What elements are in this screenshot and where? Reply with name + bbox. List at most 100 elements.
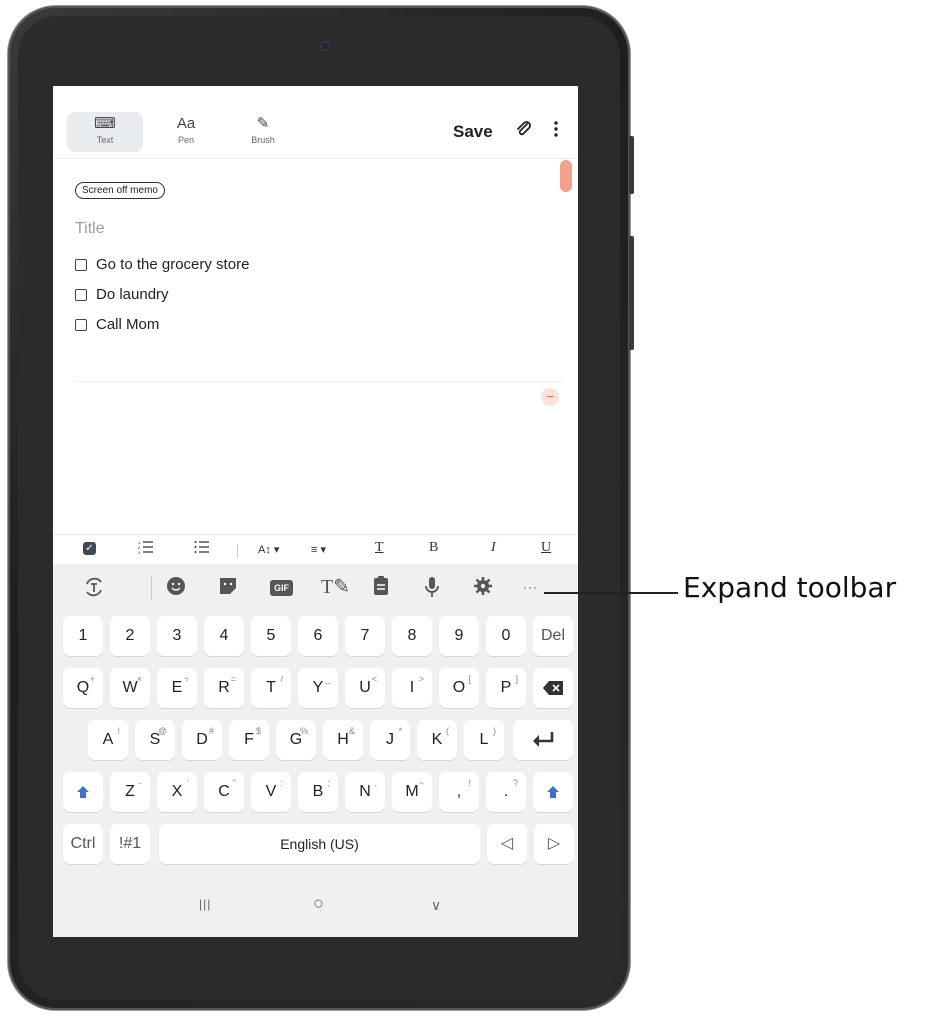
clipboard-icon[interactable] bbox=[373, 576, 389, 601]
save-button[interactable]: Save bbox=[453, 122, 493, 142]
key-m[interactable]: M ~ bbox=[392, 772, 432, 812]
checklist-item[interactable]: Go to the grocery store bbox=[75, 256, 249, 273]
key-r[interactable]: R = bbox=[204, 668, 244, 708]
title-field[interactable]: Title bbox=[75, 220, 105, 238]
key-symbol: ~ bbox=[418, 778, 424, 788]
italic-icon[interactable]: I bbox=[491, 540, 496, 556]
remove-section-button[interactable]: − bbox=[541, 388, 559, 406]
key-s[interactable]: S @ bbox=[135, 720, 175, 760]
key-comma[interactable]: ,! bbox=[439, 772, 479, 812]
number-key-8[interactable]: 8 bbox=[392, 616, 432, 656]
number-key-3[interactable]: 3 bbox=[157, 616, 197, 656]
mode-tab-text[interactable]: ⌨ Text bbox=[67, 112, 143, 152]
key-symbol: ) bbox=[493, 726, 496, 736]
key-c[interactable]: C " bbox=[204, 772, 244, 812]
checkbox-icon[interactable] bbox=[75, 288, 87, 301]
key-symbol: > bbox=[418, 674, 424, 684]
key-e[interactable]: E ÷ bbox=[157, 668, 197, 708]
align-icon[interactable]: ≡ ▾ bbox=[311, 543, 326, 556]
key-symbol: ( bbox=[446, 726, 449, 736]
mic-icon[interactable] bbox=[425, 576, 439, 603]
space-key[interactable]: English (US) bbox=[159, 824, 480, 864]
key-j[interactable]: J * bbox=[370, 720, 410, 760]
expand-toolbar-icon[interactable]: ··· bbox=[523, 580, 538, 594]
key-z[interactable]: Z- bbox=[110, 772, 150, 812]
recents-button[interactable]: ||| bbox=[199, 897, 211, 911]
key-v[interactable]: V: bbox=[251, 772, 291, 812]
mode-tab-pen[interactable]: Aa Pen bbox=[148, 112, 224, 152]
checklist-item[interactable]: Call Mom bbox=[75, 316, 159, 333]
key-symbol: $ bbox=[255, 726, 261, 736]
scroll-handle[interactable] bbox=[560, 160, 572, 192]
key-n[interactable]: N, bbox=[345, 772, 385, 812]
shift-icon bbox=[77, 786, 89, 798]
mode-tab-label: Text bbox=[96, 135, 114, 145]
settings-icon[interactable] bbox=[473, 576, 493, 601]
key-label: N bbox=[359, 783, 371, 800]
key-w[interactable]: W × bbox=[110, 668, 150, 708]
key-p[interactable]: P] bbox=[486, 668, 526, 708]
number-key-6[interactable]: 6 bbox=[298, 616, 338, 656]
underline-icon[interactable]: U bbox=[541, 540, 551, 556]
shift-key[interactable] bbox=[533, 772, 573, 812]
sticker-icon[interactable] bbox=[218, 576, 238, 601]
translate-icon[interactable] bbox=[83, 576, 105, 603]
cursor-right-key[interactable]: ▷ bbox=[534, 824, 574, 864]
key-f[interactable]: F $ bbox=[229, 720, 269, 760]
key-b[interactable]: B; bbox=[298, 772, 338, 812]
number-key-5[interactable]: 5 bbox=[251, 616, 291, 656]
backspace-key[interactable] bbox=[533, 668, 573, 708]
delete-key[interactable]: Del bbox=[533, 616, 573, 656]
text-color-icon[interactable]: T bbox=[375, 540, 384, 556]
ctrl-key[interactable]: Ctrl bbox=[63, 824, 103, 864]
cursor-left-key[interactable]: ◁ bbox=[487, 824, 527, 864]
key-symbol: , bbox=[374, 778, 377, 788]
key-a[interactable]: A! bbox=[88, 720, 128, 760]
key-h[interactable]: H & bbox=[323, 720, 363, 760]
more-vertical-icon[interactable] bbox=[553, 120, 559, 143]
key-o[interactable]: O[ bbox=[439, 668, 479, 708]
number-key-9[interactable]: 9 bbox=[439, 616, 479, 656]
handwriting-icon[interactable]: T✎ bbox=[321, 574, 350, 599]
key-l[interactable]: L) bbox=[464, 720, 504, 760]
number-key-1[interactable]: 1 bbox=[63, 616, 103, 656]
bold-icon[interactable]: B bbox=[429, 540, 438, 556]
key-k[interactable]: K( bbox=[417, 720, 457, 760]
symbols-key[interactable]: !#1 bbox=[110, 824, 150, 864]
shift-key[interactable] bbox=[63, 772, 103, 812]
home-button[interactable]: ○ bbox=[313, 893, 324, 914]
emoji-icon[interactable] bbox=[166, 576, 186, 601]
checkbox-icon[interactable] bbox=[75, 258, 87, 271]
checkbox-icon[interactable]: ✓ bbox=[83, 542, 96, 555]
bulleted-list-icon[interactable] bbox=[194, 540, 210, 557]
key-y[interactable]: Y _ bbox=[298, 668, 338, 708]
key-symbol: ; bbox=[327, 778, 330, 788]
number-key-0[interactable]: 0 bbox=[486, 616, 526, 656]
key-i[interactable]: I > bbox=[392, 668, 432, 708]
number-key-4[interactable]: 4 bbox=[204, 616, 244, 656]
key-q[interactable]: Q + bbox=[63, 668, 103, 708]
back-button[interactable]: ∨ bbox=[431, 897, 441, 914]
mode-tab-brush[interactable]: ✎ Brush bbox=[225, 112, 301, 152]
number-key-7[interactable]: 7 bbox=[345, 616, 385, 656]
key-label: Y bbox=[312, 679, 324, 696]
checklist-item[interactable]: Do laundry bbox=[75, 286, 169, 303]
gif-icon[interactable]: GIF bbox=[270, 580, 293, 596]
key-x[interactable]: X ' bbox=[157, 772, 197, 812]
screen-off-memo-tag[interactable]: Screen off memo bbox=[75, 182, 165, 199]
key-d[interactable]: D # bbox=[182, 720, 222, 760]
paperclip-icon[interactable] bbox=[515, 120, 533, 143]
key-t[interactable]: T / bbox=[251, 668, 291, 708]
key-symbol: " bbox=[232, 778, 236, 788]
key-u[interactable]: U < bbox=[345, 668, 385, 708]
number-key-2[interactable]: 2 bbox=[110, 616, 150, 656]
key-period[interactable]: .? bbox=[486, 772, 526, 812]
key-label: 4 bbox=[219, 627, 229, 644]
key-g[interactable]: G% bbox=[276, 720, 316, 760]
numbered-list-icon[interactable]: 123 bbox=[138, 540, 154, 557]
mode-tab-label: Brush bbox=[251, 135, 275, 145]
enter-key[interactable] bbox=[513, 720, 573, 760]
font-size-icon[interactable]: A↕ ▾ bbox=[258, 543, 279, 556]
checkbox-icon[interactable] bbox=[75, 318, 87, 331]
callout-line bbox=[544, 592, 678, 594]
